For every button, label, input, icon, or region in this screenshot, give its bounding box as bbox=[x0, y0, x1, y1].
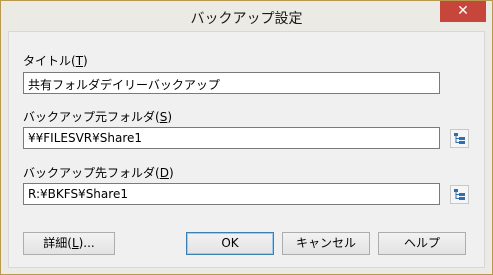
folder-tree-icon bbox=[454, 189, 465, 200]
details-label-prefix: 詳細( bbox=[43, 236, 72, 250]
cancel-button[interactable]: キャンセル bbox=[282, 232, 370, 255]
ok-button[interactable]: OK bbox=[186, 232, 274, 255]
source-label-text: バックアップ元フォルダ( bbox=[23, 110, 160, 124]
title-access-key: T bbox=[75, 54, 84, 68]
folder-tree-icon bbox=[454, 133, 465, 144]
dest-access-key: D bbox=[159, 166, 169, 180]
dest-folder-label: バックアップ先フォルダ(D) bbox=[23, 164, 174, 181]
dialog-content: タイトル(T) 共有フォルダデイリーバックアップ バックアップ元フォルダ(S) … bbox=[8, 31, 485, 268]
details-label-suffix: )... bbox=[78, 236, 95, 250]
help-button[interactable]: ヘルプ bbox=[378, 232, 466, 255]
title-field-label: タイトル(T) bbox=[23, 52, 88, 69]
title-bar[interactable]: バックアップ設定 ✕ bbox=[1, 1, 492, 31]
details-button[interactable]: 詳細(L)... bbox=[23, 232, 115, 255]
source-folder-label: バックアップ元フォルダ(S) bbox=[23, 108, 172, 125]
source-browse-button[interactable] bbox=[450, 129, 469, 148]
backup-settings-dialog: バックアップ設定 ✕ タイトル(T) 共有フォルダデイリーバックアップ バックア… bbox=[0, 0, 493, 275]
dest-folder-input[interactable]: R:¥BKFS¥Share1 bbox=[23, 183, 440, 205]
source-label-end: ) bbox=[167, 110, 172, 124]
dest-browse-button[interactable] bbox=[450, 185, 469, 204]
title-input[interactable]: 共有フォルダデイリーバックアップ bbox=[23, 72, 440, 94]
dialog-title: バックアップ設定 bbox=[190, 11, 303, 27]
source-folder-input[interactable]: ¥¥FILESVR¥Share1 bbox=[23, 127, 440, 149]
title-label-end: ) bbox=[83, 54, 88, 68]
details-access-key: L bbox=[71, 236, 79, 250]
dest-label-end: ) bbox=[168, 166, 174, 180]
close-button[interactable]: ✕ bbox=[440, 1, 486, 22]
title-label-text: タイトル( bbox=[23, 54, 76, 68]
dest-label-text: バックアップ先フォルダ( bbox=[23, 166, 160, 180]
